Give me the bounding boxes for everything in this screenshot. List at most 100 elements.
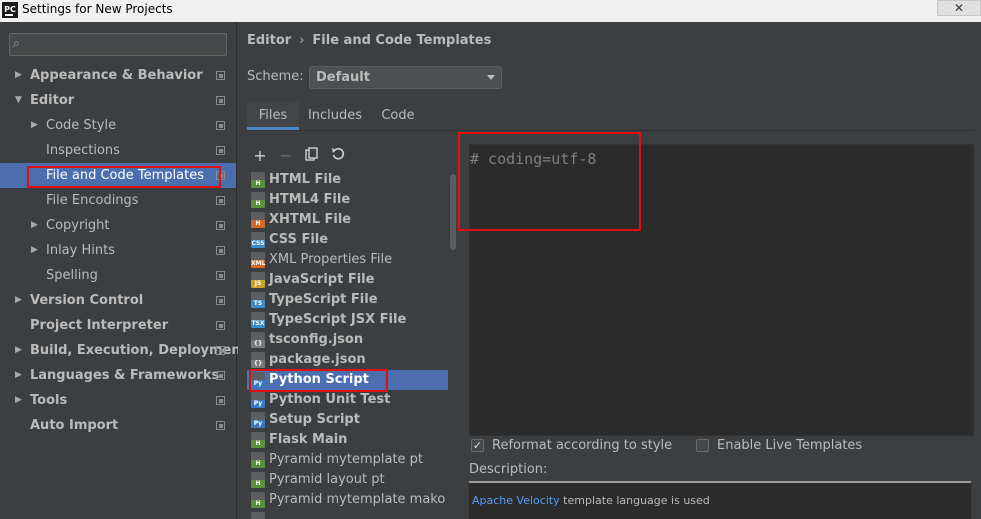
sidebar-item[interactable]: ▶ Inlay Hints: [0, 238, 236, 263]
file-type-icon: H: [251, 172, 265, 188]
template-list-item[interactable]: Py Python Unit Test: [247, 390, 458, 410]
scrollbar-thumb[interactable]: [450, 174, 456, 250]
tab-includes[interactable]: Includes: [302, 102, 368, 130]
collapsed-arrow-icon[interactable]: ▶: [31, 213, 38, 238]
add-template-button[interactable]: +: [251, 147, 269, 165]
template-list-item[interactable]: H Pyramid layout pt: [247, 470, 458, 490]
sidebar-item-label: Editor: [30, 93, 75, 108]
search-icon: ⌕: [13, 36, 20, 50]
project-scope-icon: [216, 96, 225, 105]
reformat-label: Reformat according to style: [492, 438, 673, 453]
copy-template-button[interactable]: [303, 147, 321, 165]
project-scope-icon: [216, 296, 225, 305]
sidebar-item[interactable]: ▶ Languages & Frameworks: [0, 363, 236, 388]
template-list-item[interactable]: H: [247, 510, 458, 519]
project-scope-icon: [216, 246, 225, 255]
template-list-item[interactable]: TSX TypeScript JSX File: [247, 310, 458, 330]
template-name: JavaScript File: [269, 272, 375, 287]
highlight-box-editor: [458, 132, 641, 231]
collapsed-arrow-icon[interactable]: ▶: [15, 363, 22, 388]
breadcrumb-parent[interactable]: Editor: [247, 33, 291, 48]
template-list-item[interactable]: CSS CSS File: [247, 230, 458, 250]
file-type-icon: H: [251, 492, 265, 508]
reset-icon: [332, 147, 345, 160]
template-list-item[interactable]: H XHTML File: [247, 210, 458, 230]
template-name: package.json: [269, 352, 366, 367]
project-scope-icon: [216, 71, 225, 80]
sidebar-item[interactable]: ▶ Copyright: [0, 213, 236, 238]
collapsed-arrow-icon[interactable]: ▶: [31, 238, 38, 263]
sidebar-item[interactable]: ▶ Appearance & Behavior: [0, 63, 236, 88]
template-list-item[interactable]: H HTML4 File: [247, 190, 458, 210]
template-name: XHTML File: [269, 212, 352, 227]
sidebar-item-label: Tools: [30, 393, 68, 408]
project-scope-icon: [216, 346, 225, 355]
template-list-item[interactable]: H Flask Main: [247, 430, 458, 450]
template-name: HTML File: [269, 172, 342, 187]
sidebar-item-label: Inlay Hints: [46, 243, 115, 258]
template-list-item[interactable]: {} package.json: [247, 350, 458, 370]
search-input[interactable]: ⌕: [9, 33, 227, 56]
sidebar-item-label: Code Style: [46, 118, 117, 133]
template-name: Flask Main: [269, 432, 348, 447]
sidebar-item[interactable]: ▼ Editor: [0, 88, 236, 113]
close-button[interactable]: ✕: [937, 0, 981, 16]
sidebar-item[interactable]: Inspections: [0, 138, 236, 163]
settings-sidebar: ⌕ ▶ Appearance & Behavior ▼ Editor ▶ Code Sty…: [0, 22, 247, 519]
file-type-icon: H: [251, 452, 265, 468]
collapsed-arrow-icon[interactable]: ▶: [15, 63, 22, 88]
template-name: CSS File: [269, 232, 329, 247]
reset-template-button[interactable]: [329, 147, 347, 165]
sidebar-item[interactable]: ▶ Build, Execution, Deployment: [0, 338, 247, 363]
template-name: Python Unit Test: [269, 392, 391, 407]
pycharm-logo-icon: PC: [2, 2, 18, 18]
template-name: HTML4 File: [269, 192, 351, 207]
sidebar-item[interactable]: ▶ Version Control: [0, 288, 236, 313]
project-scope-icon: [216, 121, 225, 130]
sidebar-item[interactable]: File Encodings: [0, 188, 236, 213]
live-templates-label: Enable Live Templates: [717, 438, 863, 453]
reformat-checkbox[interactable]: ✓ Reformat according to style: [471, 438, 673, 454]
window-title: Settings for New Projects: [22, 2, 173, 16]
sidebar-item[interactable]: ▶ Tools: [0, 388, 236, 413]
sidebar-item[interactable]: ▶ Code Style: [0, 113, 236, 138]
template-name: Pyramid mytemplate pt: [269, 452, 424, 467]
file-type-icon: {}: [251, 332, 265, 348]
sidebar-item-label: Spelling: [46, 268, 98, 283]
file-type-icon: Py: [251, 392, 265, 408]
template-list-item[interactable]: {} tsconfig.json: [247, 330, 458, 350]
sidebar-item[interactable]: Auto Import: [0, 413, 236, 438]
highlight-box-template: [249, 369, 388, 392]
collapsed-arrow-icon[interactable]: ▶: [15, 388, 22, 413]
collapsed-arrow-icon[interactable]: ▶: [31, 113, 38, 138]
template-list-item[interactable]: H Pyramid mytemplate mako: [247, 490, 458, 510]
template-list-item[interactable]: H Pyramid mytemplate pt: [247, 450, 458, 470]
file-type-icon: TS: [251, 292, 265, 308]
template-name: TypeScript JSX File: [269, 312, 407, 327]
template-list-item[interactable]: XML XML Properties File: [247, 250, 458, 270]
description-label: Description:: [469, 462, 548, 477]
remove-template-button[interactable]: −: [277, 147, 295, 165]
template-list-item[interactable]: JS JavaScript File: [247, 270, 458, 290]
description-text: Apache Velocity template language is use…: [472, 494, 710, 507]
sidebar-item-label: Copyright: [46, 218, 110, 233]
project-scope-icon: [216, 321, 225, 330]
tab-files[interactable]: Files: [247, 102, 299, 130]
collapsed-arrow-icon[interactable]: ▶: [15, 288, 22, 313]
scheme-dropdown[interactable]: Default: [309, 66, 502, 89]
template-list-item[interactable]: TS TypeScript File: [247, 290, 458, 310]
scheme-value: Default: [316, 70, 370, 85]
template-list-item[interactable]: Py Setup Script: [247, 410, 458, 430]
template-list[interactable]: H HTML File H HTML4 File H XHTML File CSS CSS F…: [247, 170, 458, 519]
live-templates-checkbox[interactable]: Enable Live Templates: [696, 438, 876, 454]
sidebar-item[interactable]: Spelling: [0, 263, 236, 288]
expanded-arrow-icon[interactable]: ▼: [15, 88, 22, 113]
template-list-item[interactable]: H HTML File: [247, 170, 458, 190]
file-type-icon: CSS: [251, 232, 265, 248]
collapsed-arrow-icon[interactable]: ▶: [15, 338, 22, 363]
tab-code[interactable]: Code: [374, 102, 422, 130]
apache-velocity-link[interactable]: Apache Velocity: [472, 494, 560, 507]
sidebar-item[interactable]: Project Interpreter: [0, 313, 236, 338]
template-list-scrollbar[interactable]: [448, 170, 458, 519]
file-type-icon: TSX: [251, 312, 265, 328]
